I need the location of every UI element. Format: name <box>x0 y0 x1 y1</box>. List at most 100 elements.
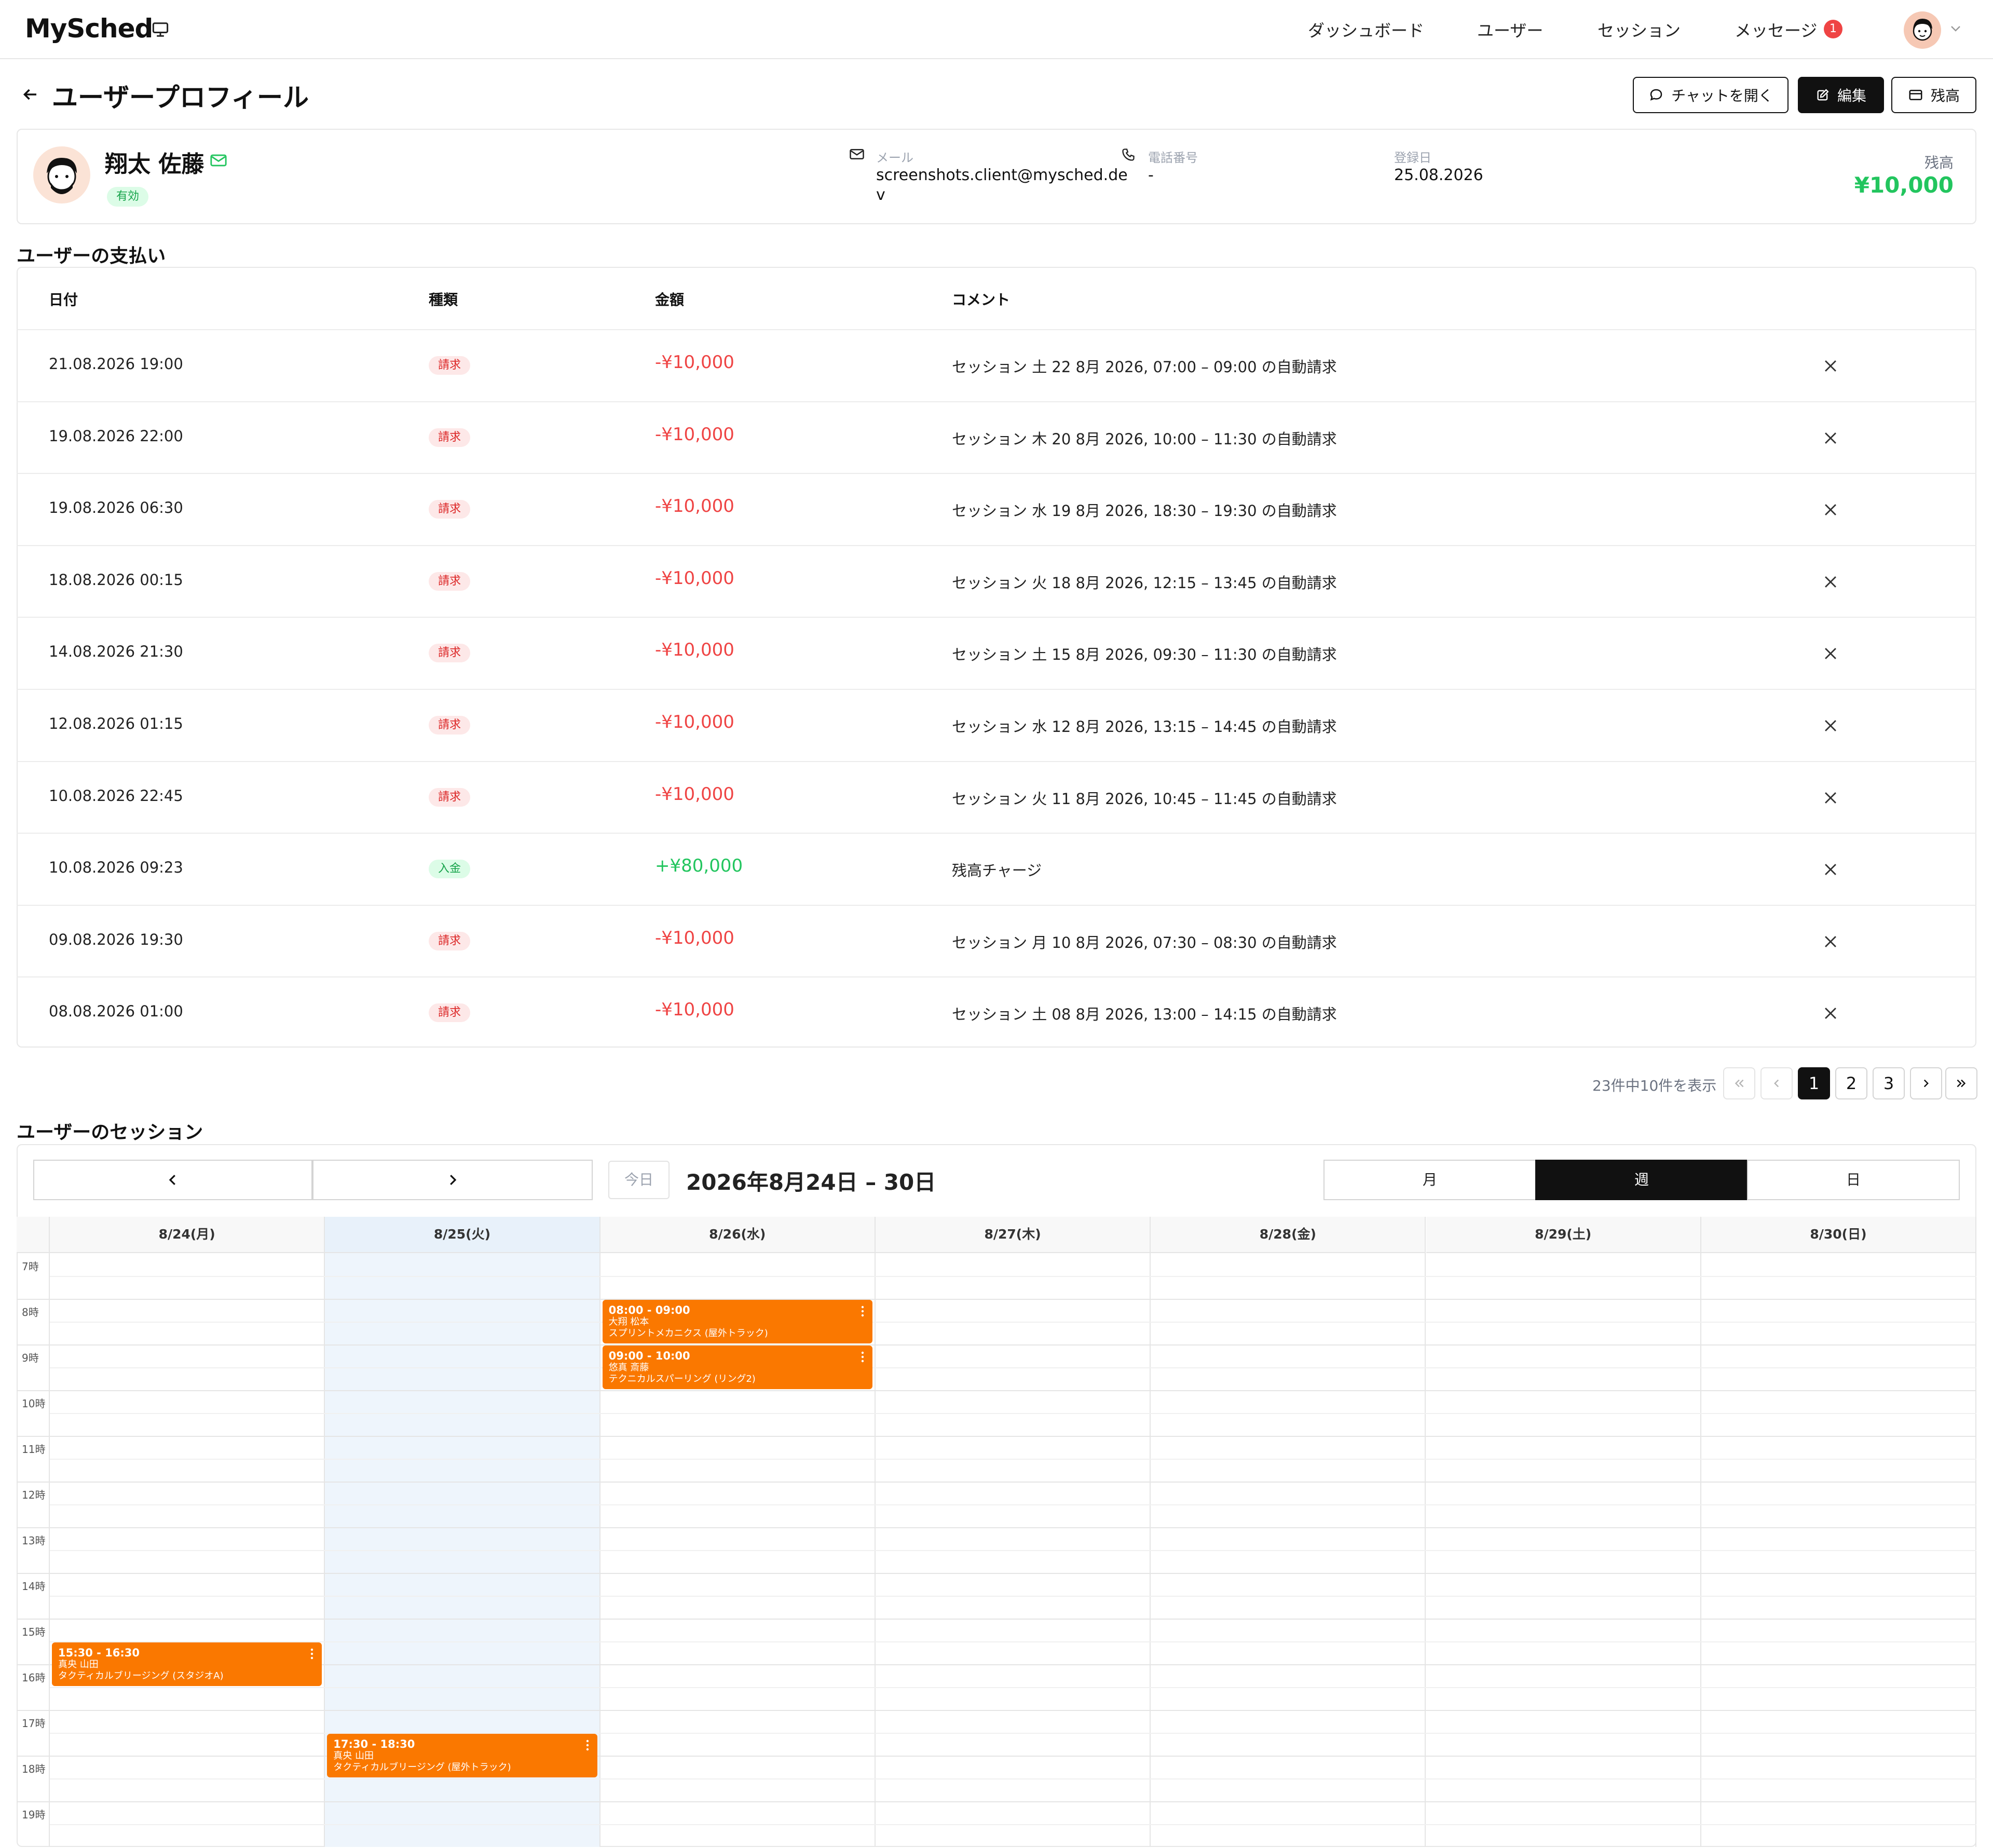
event-more-options-icon[interactable] <box>860 1351 865 1363</box>
calendar-prev-button[interactable] <box>33 1160 312 1200</box>
page-1-button[interactable]: 1 <box>1798 1067 1830 1099</box>
table-row: 08.08.2026 01:00 請求 -¥10,000 セッション 土 08 8月 … <box>17 976 1976 1048</box>
hour-gridline <box>17 1299 1976 1300</box>
first-page-button[interactable] <box>1723 1067 1755 1099</box>
payment-comment: セッション 土 15 8月 2026, 09:30 – 11:30 の自動請求 <box>952 646 1337 664</box>
payment-date: 10.08.2026 09:23 <box>49 859 183 877</box>
event-title: テクニカルスパーリング (リング2) <box>608 1374 756 1384</box>
user-menu-avatar[interactable] <box>1904 11 1941 49</box>
half-hour-gridline <box>50 1641 1976 1642</box>
table-row: 10.08.2026 22:45 請求 -¥10,000 セッション 火 11 8月 … <box>17 760 1976 833</box>
balance-button[interactable]: 残高 <box>1891 77 1976 113</box>
delete-payment-icon[interactable] <box>1822 1004 1839 1022</box>
avatar-illustration-icon <box>1913 19 1932 41</box>
payment-date: 21.08.2026 19:00 <box>49 355 183 373</box>
pagination-info: 23件中10件を表示 <box>1592 1077 1717 1094</box>
payment-comment: 残高チャージ <box>952 862 1042 880</box>
nav-messages[interactable]: メッセージ <box>1735 18 1817 42</box>
delete-payment-icon[interactable] <box>1822 357 1839 375</box>
event-coach: 真央 山田 <box>333 1750 374 1761</box>
event-more-options-icon[interactable] <box>585 1739 590 1751</box>
hour-label: 16時 <box>22 1672 46 1684</box>
delete-payment-icon[interactable] <box>1822 789 1839 807</box>
edit-button[interactable]: 編集 <box>1798 77 1884 113</box>
view-month-button[interactable]: 月 <box>1323 1160 1536 1200</box>
balance-button-label: 残高 <box>1930 87 1960 104</box>
event-coach: 悠真 斎藤 <box>608 1362 649 1373</box>
session-event[interactable]: 09:00 - 10:00 悠真 斎藤 テクニカルスパーリング (リング2) <box>602 1346 872 1389</box>
column-header-date: 日付 <box>49 291 78 308</box>
registered-label: 登録日 <box>1394 151 1431 165</box>
payment-date: 19.08.2026 22:00 <box>49 427 183 445</box>
brand-logo[interactable]: MySched <box>25 13 153 44</box>
hour-gridline <box>17 1573 1976 1574</box>
delete-payment-icon[interactable] <box>1822 861 1839 878</box>
chevron-down-icon[interactable] <box>1949 24 1962 33</box>
payment-comment: セッション 火 18 8月 2026, 12:15 – 13:45 の自動請求 <box>952 574 1337 592</box>
event-coach: 大翔 松本 <box>608 1316 649 1327</box>
half-hour-gridline <box>50 1322 1976 1323</box>
payment-date: 10.08.2026 22:45 <box>49 786 183 805</box>
today-button[interactable]: 今日 <box>608 1161 670 1199</box>
mail-icon <box>850 149 864 159</box>
session-event[interactable]: 08:00 - 09:00 大翔 松本 スプリントメカニクス (屋外トラック) <box>602 1300 872 1343</box>
message-count-badge: 1 <box>1824 20 1842 38</box>
column-header-type: 種類 <box>429 291 458 308</box>
event-more-options-icon[interactable] <box>309 1648 315 1660</box>
payment-type-badge: 請求 <box>429 787 471 807</box>
next-page-button[interactable] <box>1910 1067 1942 1099</box>
column-header-comment: コメント <box>952 291 1011 308</box>
payment-comment: セッション 水 12 8月 2026, 13:15 – 14:45 の自動請求 <box>952 718 1337 736</box>
event-more-options-icon[interactable] <box>860 1305 865 1317</box>
balance-value: ¥10,000 <box>1854 172 1954 198</box>
page-2-button[interactable]: 2 <box>1835 1067 1867 1099</box>
sessions-section-title: ユーザーのセッション <box>17 1122 203 1143</box>
hour-gridline <box>17 1390 1976 1391</box>
payment-amount: -¥10,000 <box>655 999 734 1021</box>
top-navigation-bar: MySched ダッシュボード ユーザー セッション メッセージ 1 <box>0 0 1993 59</box>
user-avatar <box>33 146 90 203</box>
chat-bubble-icon <box>1650 89 1662 101</box>
event-time: 15:30 - 16:30 <box>58 1647 140 1659</box>
event-time: 09:00 - 10:00 <box>608 1350 690 1362</box>
open-chat-button[interactable]: チャットを開く <box>1633 77 1789 113</box>
half-hour-gridline <box>50 1504 1976 1505</box>
hour-label: 13時 <box>22 1534 46 1547</box>
table-row: 10.08.2026 09:23 入金 +¥80,000 残高チャージ <box>17 833 1976 904</box>
registered-value: 25.08.2026 <box>1394 166 1483 184</box>
back-arrow-icon[interactable] <box>21 85 39 104</box>
view-week-button[interactable]: 週 <box>1535 1160 1748 1200</box>
event-title: タクティカルブリージング (スタジオA) <box>58 1670 224 1681</box>
chevron-right-icon <box>1923 1079 1929 1088</box>
status-badge: 有効 <box>107 187 149 207</box>
hour-label: 12時 <box>22 1489 46 1501</box>
nav-users[interactable]: ユーザー <box>1477 18 1543 42</box>
table-row: 14.08.2026 21:30 請求 -¥10,000 セッション 土 15 8月 … <box>17 617 1976 688</box>
nav-dashboard[interactable]: ダッシュボード <box>1308 18 1424 42</box>
delete-payment-icon[interactable] <box>1822 717 1839 735</box>
credit-card-icon <box>1909 90 1922 100</box>
session-event[interactable]: 15:30 - 16:30 真央 山田 タクティカルブリージング (スタジオA) <box>52 1642 322 1686</box>
chevron-right-icon <box>450 1175 457 1185</box>
payment-amount: -¥10,000 <box>655 927 734 948</box>
previous-page-button[interactable] <box>1760 1067 1793 1099</box>
half-hour-gridline <box>50 1550 1976 1551</box>
delete-payment-icon[interactable] <box>1822 645 1839 662</box>
payment-amount: +¥80,000 <box>655 855 743 877</box>
delete-payment-icon[interactable] <box>1822 573 1839 591</box>
last-page-button[interactable] <box>1945 1067 1977 1099</box>
hour-label: 19時 <box>22 1809 46 1821</box>
delete-payment-icon[interactable] <box>1822 501 1839 519</box>
hour-label: 18時 <box>22 1763 46 1775</box>
hour-label: 14時 <box>22 1580 46 1593</box>
payments-section-title: ユーザーの支払い <box>17 246 166 267</box>
calendar-next-button[interactable] <box>312 1160 593 1200</box>
session-event[interactable]: 17:30 - 18:30 真央 山田 タクティカルブリージング (屋外トラック) <box>327 1734 597 1777</box>
delete-payment-icon[interactable] <box>1822 429 1839 447</box>
table-row: 21.08.2026 19:00 請求 -¥10,000 セッション 土 22 8月 … <box>17 329 1976 401</box>
nav-sessions[interactable]: セッション <box>1598 18 1681 42</box>
view-day-button[interactable]: 日 <box>1747 1160 1960 1200</box>
delete-payment-icon[interactable] <box>1822 933 1839 950</box>
page-3-button[interactable]: 3 <box>1873 1067 1905 1099</box>
table-row: 19.08.2026 06:30 請求 -¥10,000 セッション 水 19 8月 … <box>17 473 1976 545</box>
